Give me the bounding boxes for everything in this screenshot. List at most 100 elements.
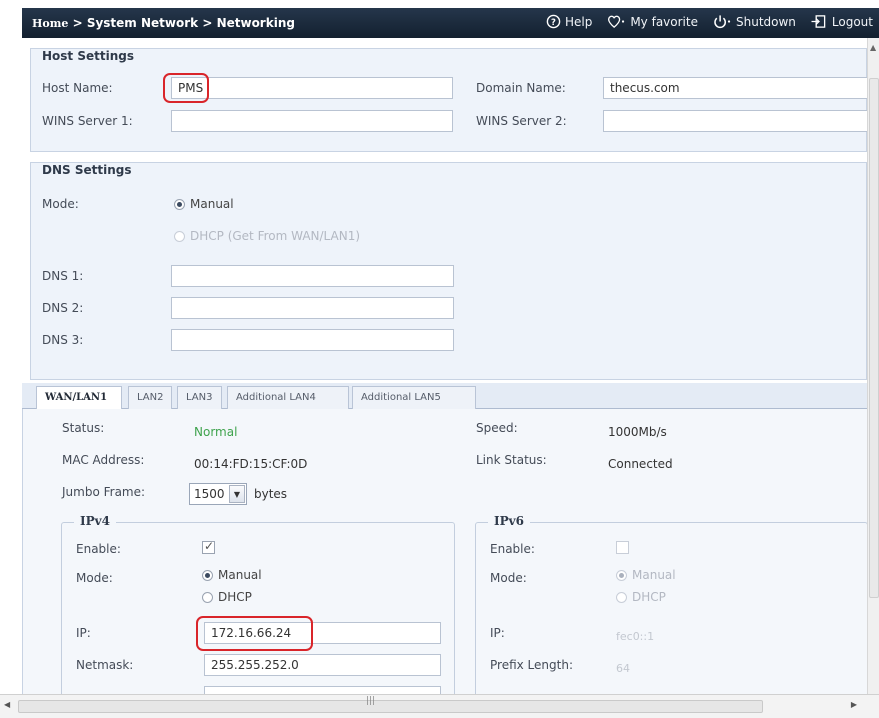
ipv6-legend: IPv6 <box>488 514 530 528</box>
vertical-scroll-thumb[interactable] <box>869 78 879 598</box>
host-name-input[interactable]: PMS <box>171 77 453 99</box>
interface-tabs: WAN/LAN1 LAN2 LAN3 Additional LAN4 Addit… <box>22 383 867 410</box>
breadcrumb-separator: > <box>202 16 213 30</box>
dns-mode-label: Mode: <box>42 197 79 211</box>
scroll-up-icon[interactable]: ▲ <box>870 44 878 52</box>
radio-unselected-icon <box>616 591 627 603</box>
svg-text:?: ? <box>551 17 556 27</box>
logout-icon <box>811 15 826 28</box>
status-value: Normal <box>194 425 238 439</box>
mac-address-label: MAC Address: <box>62 453 145 467</box>
host-settings-panel: Host Settings Host Name: PMS Domain Name… <box>30 48 867 152</box>
status-label: Status: <box>62 421 105 435</box>
dns-mode-dhcp-radio[interactable]: DHCP (Get From WAN/LAN1) <box>174 229 360 243</box>
ipv6-group: IPv6 Enable: Mode: Manual DHCP IP: fec0:… <box>475 514 867 694</box>
dns-2-input[interactable] <box>171 297 454 319</box>
help-link[interactable]: ? Help <box>546 14 592 29</box>
link-status-label: Link Status: <box>476 453 547 467</box>
ipv4-ip-label: IP: <box>76 626 91 640</box>
wins-server-2-input[interactable] <box>603 110 867 132</box>
host-settings-legend: Host Settings <box>42 49 134 63</box>
dns-settings-panel: DNS Settings Mode: Manual DHCP (Get From… <box>30 162 867 380</box>
favorite-label: My favorite <box>630 14 698 29</box>
ipv4-mode-dhcp-label: DHCP <box>218 590 252 604</box>
ipv6-enable-label: Enable: <box>490 542 535 556</box>
favorite-link[interactable]: My favorite <box>606 14 698 29</box>
logout-label: Logout <box>831 14 873 29</box>
vertical-scrollbar[interactable]: ▲ <box>867 38 879 694</box>
ipv6-mode-manual-label: Manual <box>632 568 676 582</box>
jumbo-frame-select[interactable]: 1500 ▼ <box>189 483 247 505</box>
logout-link[interactable]: Logout <box>810 14 873 29</box>
jumbo-frame-selected: 1500 <box>194 487 225 501</box>
ipv4-enable-checkbox[interactable] <box>202 539 215 554</box>
jumbo-frame-label: Jumbo Frame: <box>62 485 146 499</box>
breadcrumb-home[interactable]: Home <box>32 17 68 30</box>
scroll-left-icon[interactable]: ◀ <box>4 700 10 709</box>
header-links: ? Help My favorite Shutdown Logout <box>546 14 873 29</box>
domain-name-input[interactable]: thecus.com <box>603 77 867 99</box>
radio-selected-icon <box>616 569 627 581</box>
ipv4-netmask-input[interactable]: 255.255.252.0 <box>204 654 441 676</box>
jumbo-frame-unit: bytes <box>254 487 288 501</box>
breadcrumb-current: Networking <box>216 16 295 30</box>
ipv6-ip-label: IP: <box>490 626 505 640</box>
wins-server-2-label: WINS Server 2: <box>476 114 567 128</box>
ipv6-mode-label: Mode: <box>490 571 527 585</box>
content-viewport: Host Settings Host Name: PMS Domain Name… <box>22 38 867 694</box>
wan-lan1-panel: Status: Normal Speed: 1000Mb/s MAC Addre… <box>22 409 867 694</box>
dns-mode-manual-label: Manual <box>190 197 234 211</box>
breadcrumb-section[interactable]: System Network <box>87 16 198 30</box>
ipv6-mode-dhcp-label: DHCP <box>632 590 666 604</box>
dns-mode-dhcp-label: DHCP (Get From WAN/LAN1) <box>190 229 361 243</box>
horizontal-scroll-thumb[interactable] <box>18 700 763 713</box>
speed-label: Speed: <box>476 421 518 435</box>
chevron-down-icon[interactable]: ▼ <box>229 485 245 503</box>
link-status-value: Connected <box>608 457 673 471</box>
tab-wan-lan1[interactable]: WAN/LAN1 <box>36 386 122 410</box>
ipv4-mode-dhcp-radio[interactable]: DHCP <box>202 590 252 604</box>
ipv6-ip-value: fec0::1 <box>616 630 655 643</box>
ipv4-ip-highlight <box>196 616 313 651</box>
radio-selected-icon <box>174 198 185 210</box>
tab-additional-lan4[interactable]: Additional LAN4 <box>227 386 349 409</box>
dns-2-label: DNS 2: <box>42 301 84 315</box>
scroll-grip-icon: ||| <box>366 696 376 706</box>
dns-1-input[interactable] <box>171 265 454 287</box>
shutdown-label: Shutdown <box>735 14 796 29</box>
ipv6-prefix-length-value: 64 <box>616 662 630 675</box>
tab-additional-lan5[interactable]: Additional LAN5 <box>352 386 476 409</box>
radio-unselected-icon <box>174 230 185 242</box>
tab-lan3[interactable]: LAN3 <box>177 386 222 409</box>
ipv6-mode-dhcp-radio[interactable]: DHCP <box>616 590 666 604</box>
ipv4-group: IPv4 Enable: Mode: Manual DHCP IP: 172.1… <box>61 514 455 694</box>
heart-icon <box>608 15 625 28</box>
ipv6-enable-checkbox[interactable] <box>616 541 629 554</box>
ipv4-mode-label: Mode: <box>76 571 113 585</box>
radio-selected-icon <box>202 569 213 581</box>
wins-server-1-label: WINS Server 1: <box>42 114 133 128</box>
checkbox-unchecked-icon <box>616 541 629 554</box>
breadcrumb: Home > System Network > Networking <box>32 16 295 30</box>
help-label: Help <box>564 14 593 29</box>
host-name-highlight <box>163 73 209 103</box>
wins-server-1-input[interactable] <box>171 110 453 132</box>
help-icon: ? <box>546 14 561 29</box>
host-name-label: Host Name: <box>42 81 113 95</box>
dns-1-label: DNS 1: <box>42 269 84 283</box>
ipv4-enable-label: Enable: <box>76 542 121 556</box>
dns-3-input[interactable] <box>171 329 454 351</box>
dns-settings-legend: DNS Settings <box>42 163 132 177</box>
ipv4-gateway-input[interactable] <box>204 686 441 694</box>
ipv4-mode-manual-radio[interactable]: Manual <box>202 568 262 582</box>
dns-3-label: DNS 3: <box>42 333 84 347</box>
tab-lan2[interactable]: LAN2 <box>128 386 172 409</box>
ipv6-prefix-length-label: Prefix Length: <box>490 658 573 672</box>
ipv6-mode-manual-radio[interactable]: Manual <box>616 568 676 582</box>
ipv4-mode-manual-label: Manual <box>218 568 262 582</box>
dns-mode-manual-radio[interactable]: Manual <box>174 197 234 211</box>
horizontal-scrollbar[interactable]: ◀ ||| ▶ <box>0 694 879 718</box>
scroll-right-icon[interactable]: ▶ <box>851 700 857 709</box>
checkbox-checked-icon <box>202 539 215 554</box>
shutdown-link[interactable]: Shutdown <box>712 14 796 29</box>
